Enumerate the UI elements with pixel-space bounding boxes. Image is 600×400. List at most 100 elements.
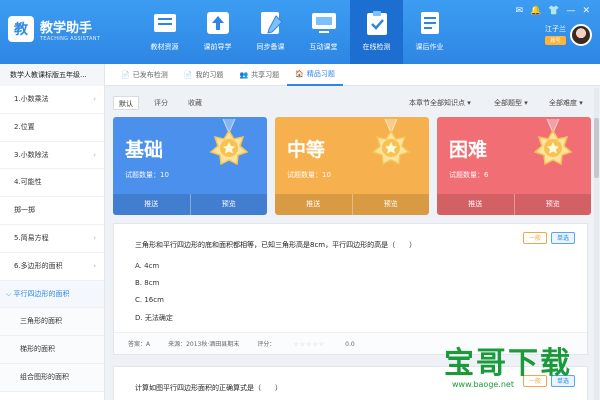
nav-item-label: 教材资源 [150,43,179,51]
tab-item[interactable]: 📄 已发布检测 [113,64,176,86]
level-tag[interactable]: 一般 [522,232,547,244]
sidebar-item-label: 三角形的面积 [20,317,62,326]
question-text: 三角形和平行四边形的底和面积都相等，已知三角形高是8cm，平行四边形的高是（ ） [135,241,417,249]
user-name: 江子兰 [545,25,566,33]
difficulty-cards: 基础 试题数量：10 推送 预览 中等 试题数量：10 推送 预览 困难 试题数量：6 推送 预览 [113,117,591,215]
close-icon[interactable]: ✕ [582,6,590,16]
sidebar-item-label: 梯形的面积 [20,345,55,354]
sidebar-item-label: 平行四边形的面积 [13,289,70,298]
source-text: 来源：2013秋·酒田县期末 [168,341,240,348]
book-selector[interactable]: 数学人教课标版五年级... [0,64,105,86]
watermark-url: www.baoge.net [452,380,514,389]
push-button[interactable]: 推送 [437,194,515,215]
pen-paper-icon [260,12,283,34]
tab-item[interactable]: 🏠 精品习题 [287,64,343,86]
chevron-right-icon: › [93,95,96,103]
push-button[interactable]: 推送 [113,194,191,215]
sort-rating[interactable]: 评分 [149,96,173,110]
nav-item[interactable]: 在线检测 [350,0,403,64]
option-d: D. 无法确定 [135,314,173,322]
option-a: A. 4cm [135,262,160,270]
question-card[interactable]: 一般 单选 三角形和平行四边形的底和面积都相等，已知三角形高是8cm，平行四边形… [113,223,588,355]
watermark: 宝哥下载 www.baoge.net [440,338,598,398]
sidebar-item[interactable]: 3.小数除法 › [0,142,104,170]
question-text: 计算如图平行四边形面积的正确算式是（ ） [135,384,282,392]
sidebar-item-label: 2.位置 [14,122,35,131]
sidebar-item[interactable]: 三角形的面积 [0,308,104,337]
upload-guide-icon [206,12,229,34]
type-tag[interactable]: 单选 [550,232,575,244]
card-count: 试题数量：10 [125,171,169,179]
star-icon[interactable]: ☆☆☆☆☆ [293,341,325,348]
difficulty-card[interactable]: 困难 试题数量：6 推送 预览 [437,117,591,215]
sidebar-item[interactable]: 梯形的面积 [0,336,104,364]
sidebar-item[interactable]: 2.位置 [0,114,104,142]
sidebar-item[interactable]: 6.多边形的面积 › [0,253,104,281]
tab-icon: 📄 [183,71,193,79]
sidebar-item[interactable]: 1.小数乘法 › [0,86,104,114]
tab-item[interactable]: 👥 共享习题 [231,64,287,86]
textbook-icon [153,14,176,32]
sidebar-item-label: 掷一掷 [14,206,35,215]
push-button[interactable]: 推送 [275,194,353,215]
user-badge[interactable]: 账号 [545,36,566,45]
tab-label: 共享习题 [251,71,280,79]
sidebar-item[interactable]: 组合图形的面积 [0,363,104,392]
clipboard-check-icon [366,11,387,35]
sidebar-item-label: 1.小数乘法 [14,95,49,103]
sub-bar: 数学人教课标版五年级... 📄 已发布检测 📄 我的习题 👥 共享习题 🏠 精品习题 [0,64,600,86]
skin-icon[interactable]: 👕 [548,6,559,16]
nav-item-label: 在线检测 [362,43,391,51]
difficulty-card[interactable]: 基础试题数量：10 推送 预览 [113,117,267,215]
nav-item[interactable]: 课后作业 [403,0,456,64]
answer-text: 答案：A [128,341,151,348]
type-filter-dropdown[interactable]: 全部题型 ▾ [494,96,528,110]
preview-button[interactable]: 预览 [515,194,592,215]
nav-item[interactable]: 教材资源 [138,0,191,64]
medal-icon [371,119,411,166]
preview-button[interactable]: 预览 [191,194,268,215]
homework-icon [420,12,439,34]
avatar[interactable] [570,24,592,46]
exercise-tabs: 📄 已发布检测 📄 我的习题 👥 共享习题 🏠 精品习题 [113,64,343,86]
nav-item-label: 课后作业 [415,43,444,51]
medal-icon [209,119,249,166]
tab-label: 已发布检测 [132,71,168,79]
sidebar-item[interactable]: ⌵ 平行四边形的面积 [0,280,104,309]
tab-icon: 🏠 [295,70,304,78]
collapse-icon: ⌵ [6,289,14,298]
tab-label: 我的习题 [195,71,224,79]
sort-default[interactable]: 默认 [113,96,139,110]
option-c: C. 16cm [135,296,164,304]
card-title: 基础 [125,139,164,161]
rating[interactable]: 评分： ☆☆☆☆☆ 0.0 [257,339,372,348]
sidebar-item-label: 6.多边形的面积 [14,261,63,270]
chapter-sidebar: 1.小数乘法 › 2.位置 3.小数除法 › 4.可能性 掷一掷 5.简易方程 › 6.多边形的面… [0,86,105,400]
sort-favorite[interactable]: 收藏 [183,96,207,110]
minimize-icon[interactable]: — [566,6,575,16]
nav-item[interactable]: 互动课堂 [297,0,350,64]
sidebar-item[interactable]: 掷一掷 [0,197,104,225]
tab-icon: 📄 [121,71,130,79]
app-title: 教学助手 [40,20,93,36]
watermark-text: 宝哥下载 [444,346,572,381]
scrollbar-thumb[interactable] [594,118,599,178]
user-info[interactable]: 江子兰 账号 [545,24,566,45]
sidebar-item[interactable]: 4.可能性 [0,169,104,198]
card-count: 试题数量：10 [287,171,331,179]
sidebar-item-label: 组合图形的面积 [20,372,69,381]
card-title: 中等 [287,139,326,161]
chapter-filter-dropdown[interactable]: 本章节全部知识点 ▾ [409,96,471,110]
sidebar-item[interactable]: 5.简易方程 › [0,225,104,253]
nav-item[interactable]: 课前导学 [191,0,244,64]
bell-icon[interactable]: 🔔 [530,6,541,16]
nav-item-label: 互动课堂 [309,43,338,51]
difficulty-card[interactable]: 中等试题数量：10 推送 预览 [275,117,429,215]
difficulty-filter-dropdown[interactable]: 全部难度 ▾ [549,96,583,110]
nav-item[interactable]: 同步备课 [244,0,297,64]
preview-button[interactable]: 预览 [353,194,430,215]
sidebar-item-label: 5.简易方程 [14,233,49,242]
tab-item[interactable]: 📄 我的习题 [176,64,232,86]
filter-bar: 默认 评分 收藏 本章节全部知识点 ▾ 全部题型 ▾ 全部难度 ▾ [113,96,591,110]
mail-icon[interactable]: ✉ [515,6,523,16]
